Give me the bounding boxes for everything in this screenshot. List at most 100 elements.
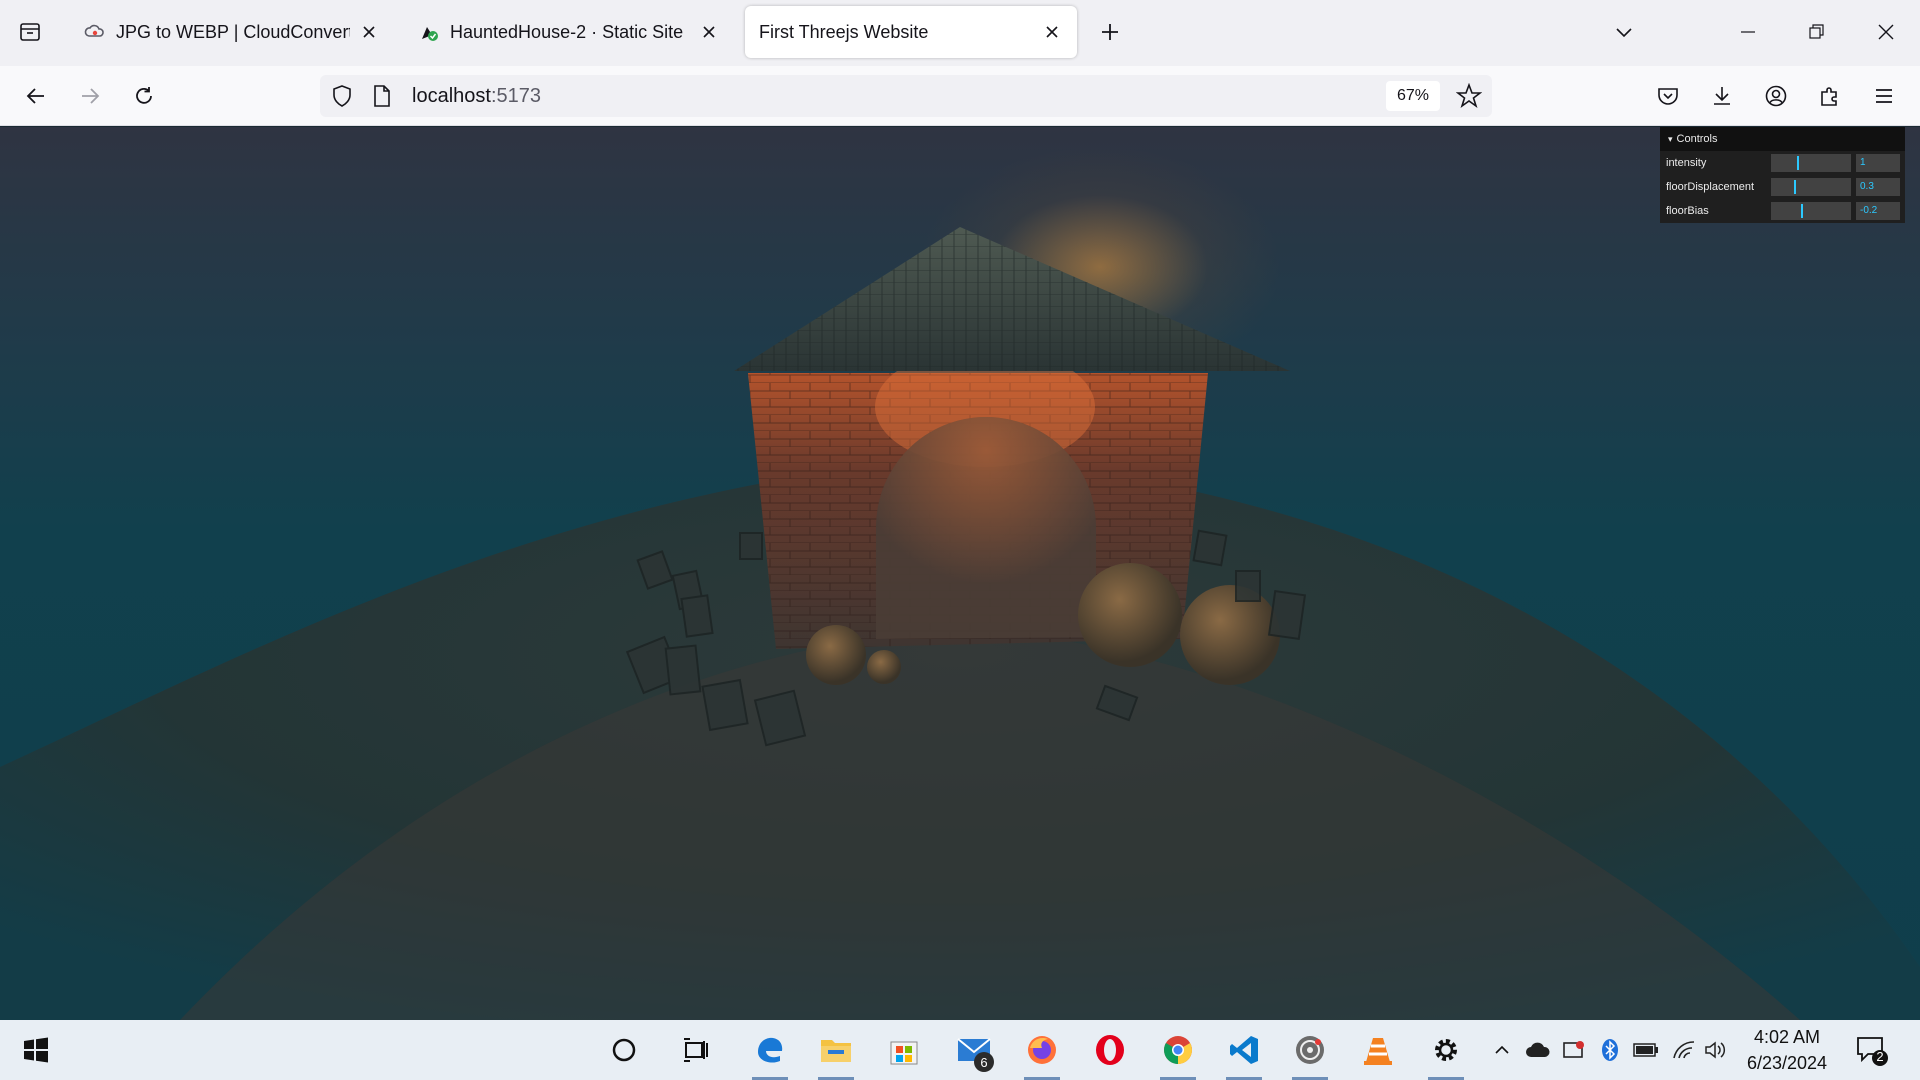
control-label: intensity [1666, 157, 1707, 169]
restore-icon [1809, 24, 1824, 39]
hamburger-icon [1876, 89, 1892, 103]
wifi-icon [1673, 1041, 1695, 1059]
windows-logo-icon [24, 1037, 48, 1063]
list-all-tabs-button[interactable] [1604, 14, 1644, 50]
folder-icon [821, 1040, 851, 1062]
bush [867, 650, 901, 684]
volume-tray[interactable] [1702, 1036, 1730, 1064]
tab-title: JPG to WEBP | CloudConvert [116, 21, 350, 42]
vlc-app[interactable] [1354, 1028, 1402, 1072]
circle-icon [612, 1038, 636, 1062]
onedrive-tray[interactable] [1524, 1036, 1552, 1064]
url-text[interactable]: localhost:5173 [412, 85, 541, 108]
firefox-app[interactable] [1018, 1028, 1066, 1080]
tab-list-button[interactable] [12, 14, 48, 50]
minimize-button[interactable] [1728, 14, 1768, 50]
cloud-icon [84, 21, 106, 43]
floor-displacement-input[interactable]: 0.3 [1856, 178, 1900, 196]
tab-title: First Threejs Website [759, 21, 929, 42]
restore-button[interactable] [1796, 14, 1836, 50]
pocket-button[interactable] [1650, 78, 1686, 114]
close-icon[interactable] [358, 21, 380, 43]
downloads-button[interactable] [1704, 78, 1740, 114]
intensity-input[interactable]: 1 [1856, 154, 1900, 172]
gear-icon [1435, 1039, 1457, 1061]
opera-icon [1096, 1035, 1124, 1065]
close-icon [1878, 24, 1894, 40]
show-hidden-icons-button[interactable] [1488, 1036, 1516, 1064]
tab-strip: JPG to WEBP | CloudConvert HauntedHouse-… [0, 0, 1920, 66]
media-player-app[interactable] [1286, 1028, 1334, 1080]
floor-bias-input[interactable]: -0.2 [1856, 202, 1900, 220]
webgl-canvas[interactable] [0, 127, 1920, 1020]
start-button[interactable] [12, 1028, 60, 1072]
tab-first-threejs[interactable]: First Threejs Website [745, 6, 1077, 58]
star-icon[interactable] [1456, 83, 1482, 109]
shield-icon[interactable] [330, 84, 354, 108]
mail-unread-badge: 6 [974, 1052, 994, 1072]
battery-tray[interactable] [1632, 1036, 1660, 1064]
chrome-icon [1164, 1036, 1192, 1064]
vscode-app[interactable] [1220, 1028, 1268, 1080]
chevron-up-icon [1495, 1045, 1509, 1054]
extensions-button[interactable] [1812, 78, 1848, 114]
reload-button[interactable] [126, 78, 162, 114]
zoom-level-button[interactable]: 67% [1386, 81, 1440, 111]
bush [1180, 585, 1280, 685]
address-bar[interactable]: localhost:5173 67% [320, 75, 1492, 117]
task-view-button[interactable] [672, 1028, 720, 1072]
slider-thumb[interactable] [1797, 156, 1800, 170]
slider-thumb[interactable] [1794, 180, 1797, 194]
settings-app[interactable] [1422, 1028, 1470, 1080]
notification-count: 2 [1876, 1049, 1884, 1064]
back-button[interactable] [18, 78, 54, 114]
url-port: :5173 [490, 85, 541, 107]
action-center-button[interactable]: 2 [1854, 1032, 1890, 1068]
bush [1078, 563, 1182, 667]
store-icon [890, 1041, 918, 1065]
tab-cloudconvert[interactable]: JPG to WEBP | CloudConvert [70, 6, 394, 58]
bluetooth-icon [1602, 1039, 1618, 1061]
microsoft-store-app[interactable] [880, 1028, 928, 1072]
floor-displacement-slider[interactable] [1771, 178, 1851, 196]
intensity-slider[interactable] [1771, 154, 1851, 172]
tab-hauntedhouse[interactable]: HauntedHouse-2 · Static Site [404, 6, 734, 58]
close-icon[interactable] [698, 21, 720, 43]
menu-button[interactable] [1866, 78, 1902, 114]
bluetooth-tray[interactable] [1596, 1036, 1624, 1064]
taskbar-clock[interactable]: 4:02 AM 6/23/2024 [1732, 1024, 1842, 1076]
mail-app[interactable]: 6 [950, 1028, 998, 1072]
account-button[interactable] [1758, 78, 1794, 114]
control-label: floorBias [1666, 205, 1709, 217]
vscode-icon [1230, 1036, 1258, 1064]
speaker-icon [1705, 1041, 1726, 1059]
file-explorer-app[interactable] [812, 1028, 860, 1080]
vlc-cone-icon [1364, 1038, 1392, 1065]
edge-app[interactable] [746, 1028, 794, 1080]
deploy-status-icon [418, 21, 440, 43]
close-icon[interactable] [1041, 21, 1063, 43]
haunted-house-scene [0, 227, 1920, 1020]
slider-thumb[interactable] [1801, 204, 1804, 218]
puzzle-icon [1821, 87, 1837, 106]
cortana-button[interactable] [600, 1028, 648, 1072]
new-tab-button[interactable] [1094, 16, 1126, 48]
clock-date: 6/23/2024 [1746, 1053, 1828, 1073]
pocket-icon [1658, 88, 1678, 105]
network-tray[interactable] [1670, 1036, 1698, 1064]
windows-taskbar: 6 4:02 AM 6/23/2024 2 [0, 1020, 1920, 1080]
tab-overview-icon [20, 23, 40, 41]
close-window-button[interactable] [1866, 14, 1906, 50]
floor-bias-slider[interactable] [1771, 202, 1851, 220]
page-icon[interactable] [372, 85, 392, 107]
chrome-app[interactable] [1154, 1028, 1202, 1080]
battery-icon [1633, 1043, 1658, 1057]
cloud-icon [1526, 1042, 1550, 1057]
security-tray[interactable] [1560, 1036, 1588, 1064]
chevron-down-icon: ▾ [1668, 134, 1673, 144]
controls-title-bar[interactable]: ▾ Controls [1660, 127, 1905, 151]
task-view-icon [684, 1038, 708, 1062]
control-floor-displacement: floorDisplacement 0.3 [1660, 175, 1905, 199]
opera-app[interactable] [1086, 1028, 1134, 1072]
forward-button[interactable] [72, 78, 108, 114]
